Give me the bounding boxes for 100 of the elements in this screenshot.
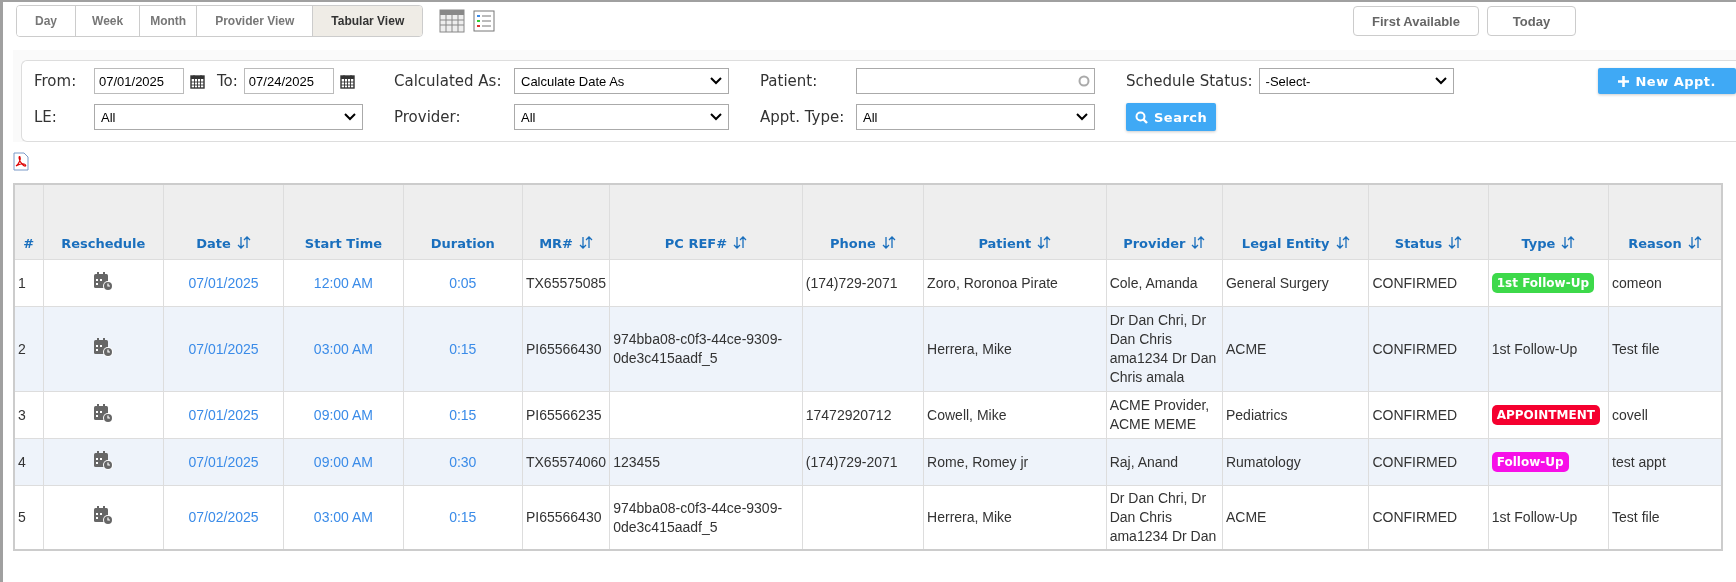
chevron-down-icon (344, 113, 356, 121)
time-cell: 03:00 AM (283, 306, 404, 392)
column-header[interactable]: PC REF# (609, 184, 803, 260)
list-view-icon[interactable] (473, 10, 496, 32)
type-badge: 1st Follow-Up (1491, 273, 1594, 293)
chevron-down-icon (710, 113, 722, 121)
column-header[interactable]: Status (1368, 184, 1489, 260)
table-cell: TX65574060 (522, 438, 610, 486)
table-cell: (174)729-2071 (802, 438, 924, 486)
table-cell: CONFIRMED (1368, 391, 1489, 439)
date-cell: 07/01/2025 (163, 259, 284, 307)
top-button[interactable]: Today (1487, 6, 1576, 36)
select-field[interactable]: -Select- (1258, 68, 1454, 94)
sort-icon[interactable] (881, 236, 896, 249)
field-label: From: (34, 72, 78, 90)
calendar-clock-icon[interactable] (93, 402, 114, 423)
table-cell: CONFIRMED (1368, 259, 1489, 307)
sort-icon[interactable] (1448, 236, 1463, 249)
select-field[interactable]: Calculate Date As (514, 68, 729, 94)
field-label: To: (217, 72, 238, 90)
row-number: 2 (14, 306, 44, 392)
calendar-clock-icon[interactable] (93, 270, 114, 291)
select-field[interactable]: All (94, 104, 363, 130)
column-header[interactable]: Legal Entity (1222, 184, 1369, 260)
field-label: Patient: (760, 72, 819, 90)
table-cell: Cowell, Mike (923, 391, 1107, 439)
duration-cell: 0:05 (403, 259, 523, 307)
table-cell: 974bba08-c0f3-44ce-9309-0de3c415aadf_5 (609, 306, 803, 392)
date-cell: 07/01/2025 (163, 438, 284, 486)
field-label: LE: (34, 108, 58, 126)
sort-icon[interactable] (1335, 236, 1350, 249)
time-cell: 12:00 AM (283, 259, 404, 307)
time-cell: 09:00 AM (283, 438, 404, 486)
table-cell: Cole, Amanda (1106, 259, 1223, 307)
row-number: 3 (14, 391, 44, 439)
calendar-grid-icon[interactable] (439, 9, 466, 33)
column-header[interactable]: Provider (1106, 184, 1223, 260)
column-header: # (14, 184, 44, 260)
date-field[interactable]: 07/24/2025 (243, 68, 334, 94)
view-tab[interactable]: Tabular View (312, 6, 423, 36)
column-header: Start Time (283, 184, 404, 260)
sort-icon[interactable] (733, 236, 748, 249)
new-appointment-button[interactable]: New Appt. (1598, 68, 1736, 94)
type-text: 1st Follow-Up (1491, 509, 1578, 525)
column-header[interactable]: Date (163, 184, 284, 260)
field-label: Appt. Type: (760, 108, 846, 126)
field-label: Provider: (394, 108, 462, 126)
table-cell: Herrera, Mike (923, 306, 1107, 392)
type-badge: APPOINTMENT (1491, 405, 1600, 425)
time-cell: 09:00 AM (283, 391, 404, 439)
chevron-down-icon (710, 77, 722, 85)
plus-icon (1618, 75, 1630, 87)
duration-cell: 0:15 (403, 391, 523, 439)
pdf-icon[interactable] (13, 152, 29, 171)
table-cell: Rumatology (1222, 438, 1369, 486)
calendar-icon[interactable] (190, 73, 205, 89)
duration-cell: 0:30 (403, 438, 523, 486)
duration-cell: 0:15 (403, 306, 523, 392)
date-cell: 07/01/2025 (163, 306, 284, 392)
column-header[interactable]: Reason (1608, 184, 1722, 260)
table-cell: CONFIRMED (1368, 306, 1489, 392)
select-field[interactable]: All (514, 104, 729, 130)
calendar-clock-icon[interactable] (93, 449, 114, 470)
table-cell: 123455 (609, 438, 803, 486)
search-button[interactable]: Search (1126, 103, 1217, 131)
type-badge: Follow-Up (1491, 452, 1569, 472)
sort-icon[interactable] (236, 236, 251, 249)
column-header[interactable]: Phone (802, 184, 924, 260)
table-cell: Pediatrics (1222, 391, 1369, 439)
table-cell: PI65566235 (522, 391, 610, 439)
date-field[interactable]: 07/01/2025 (94, 68, 184, 94)
sort-icon[interactable] (1687, 236, 1702, 249)
spinner-icon (1078, 75, 1090, 87)
table-cell: Raj, Anand (1106, 438, 1223, 486)
table-cell: Rome, Romey jr (923, 438, 1107, 486)
sort-icon[interactable] (1037, 236, 1052, 249)
sort-icon[interactable] (579, 236, 593, 249)
row-number: 4 (14, 438, 44, 486)
column-header[interactable]: MR# (522, 184, 610, 260)
chevron-down-icon (1434, 77, 1447, 85)
column-header: Reschedule (43, 184, 164, 260)
table-cell: PI65566430 (522, 306, 610, 392)
type-text: 1st Follow-Up (1491, 340, 1578, 357)
table-cell: (174)729-2071 (802, 259, 924, 307)
table-cell: ACME Provider, ACME MEME (1106, 391, 1223, 439)
row-number: 1 (14, 259, 44, 307)
column-header: Duration (403, 184, 523, 260)
patient-field[interactable] (856, 68, 1095, 94)
sort-icon[interactable] (1561, 236, 1576, 249)
top-button[interactable]: First Available (1353, 6, 1479, 36)
table-cell: TX65575085 (522, 259, 610, 307)
calendar-clock-icon[interactable] (93, 336, 114, 357)
select-field[interactable]: All (856, 104, 1095, 130)
calendar-icon[interactable] (339, 73, 355, 89)
column-header[interactable]: Type (1488, 184, 1609, 260)
column-header[interactable]: Patient (923, 184, 1107, 260)
sort-icon[interactable] (1191, 236, 1206, 249)
table-cell: General Surgery (1222, 259, 1369, 307)
table-cell: Zoro, Roronoa Pirate (923, 259, 1107, 307)
calendar-clock-icon[interactable] (93, 505, 114, 525)
